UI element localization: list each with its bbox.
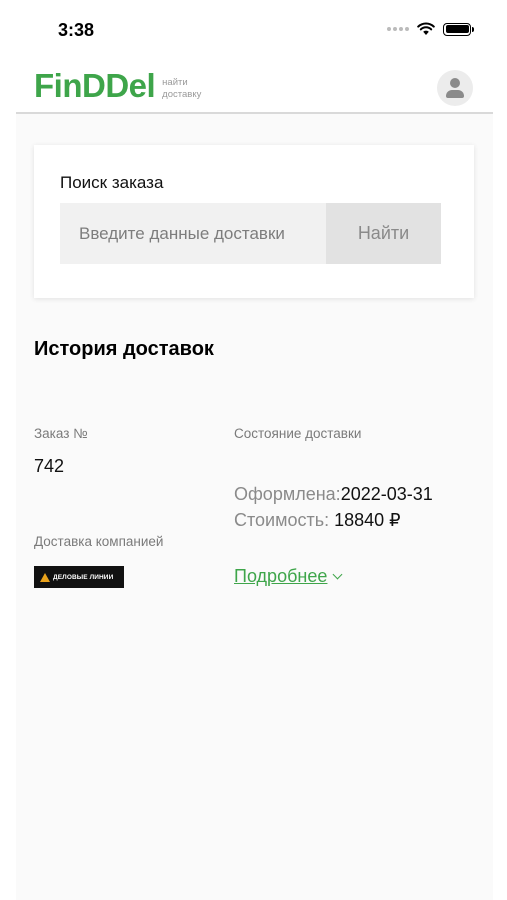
cost-value: 18840 ₽ (334, 510, 401, 530)
company-logo-text: ДЕЛОВЫЕ ЛИНИИ (53, 573, 114, 581)
order-search-card: Поиск заказа Найти (34, 145, 474, 298)
order-number-value: 742 (34, 456, 65, 476)
order-number-label: Заказ № (34, 426, 88, 441)
delivery-status-label: Состояние доставки (234, 426, 362, 441)
profile-avatar-button[interactable] (437, 70, 473, 106)
findel-logo[interactable]: FinDDel найти доставку (34, 68, 201, 104)
delivery-company-logo: ДЕЛОВЫЕ ЛИНИИ (34, 566, 124, 588)
cost-line: Стоимость: 18840 ₽ (234, 510, 401, 531)
more-details-link[interactable]: Подробнее (234, 566, 343, 587)
delivery-company-label: Доставка компанией (34, 534, 164, 549)
status-icons (387, 22, 474, 36)
history-title: История доставок (34, 338, 214, 360)
tagline-line-2: доставку (162, 89, 202, 100)
status-time: 3:38 (58, 20, 95, 40)
company-triangle-icon (40, 572, 50, 582)
user-icon (450, 78, 460, 88)
app-header: FinDDel найти доставку (16, 60, 493, 114)
issued-date-line: Оформлена:2022-03-31 (234, 484, 433, 505)
search-button[interactable]: Найти (326, 203, 441, 264)
cost-label: Стоимость: (234, 510, 335, 530)
logo-text: FinDDel (34, 67, 156, 104)
delivery-search-input[interactable] (60, 203, 326, 264)
chevron-down-icon (332, 569, 343, 580)
issued-date-value: 2022-03-31 (340, 484, 433, 504)
issued-label: Оформлена: (234, 484, 341, 504)
logo-tagline: найти доставку (162, 77, 201, 101)
more-details-label: Подробнее (234, 566, 328, 586)
user-icon-body (446, 90, 464, 98)
wifi-icon (417, 22, 435, 35)
cellular-signal-icon (387, 27, 409, 31)
status-bar: 3:38 (0, 0, 507, 60)
search-title: Поиск заказа (60, 173, 164, 192)
tagline-line-1: найти (162, 77, 188, 88)
app-page: FinDDel найти доставку Поиск заказа Найт… (16, 60, 493, 900)
battery-icon (443, 22, 474, 36)
search-row: Найти (60, 203, 441, 264)
